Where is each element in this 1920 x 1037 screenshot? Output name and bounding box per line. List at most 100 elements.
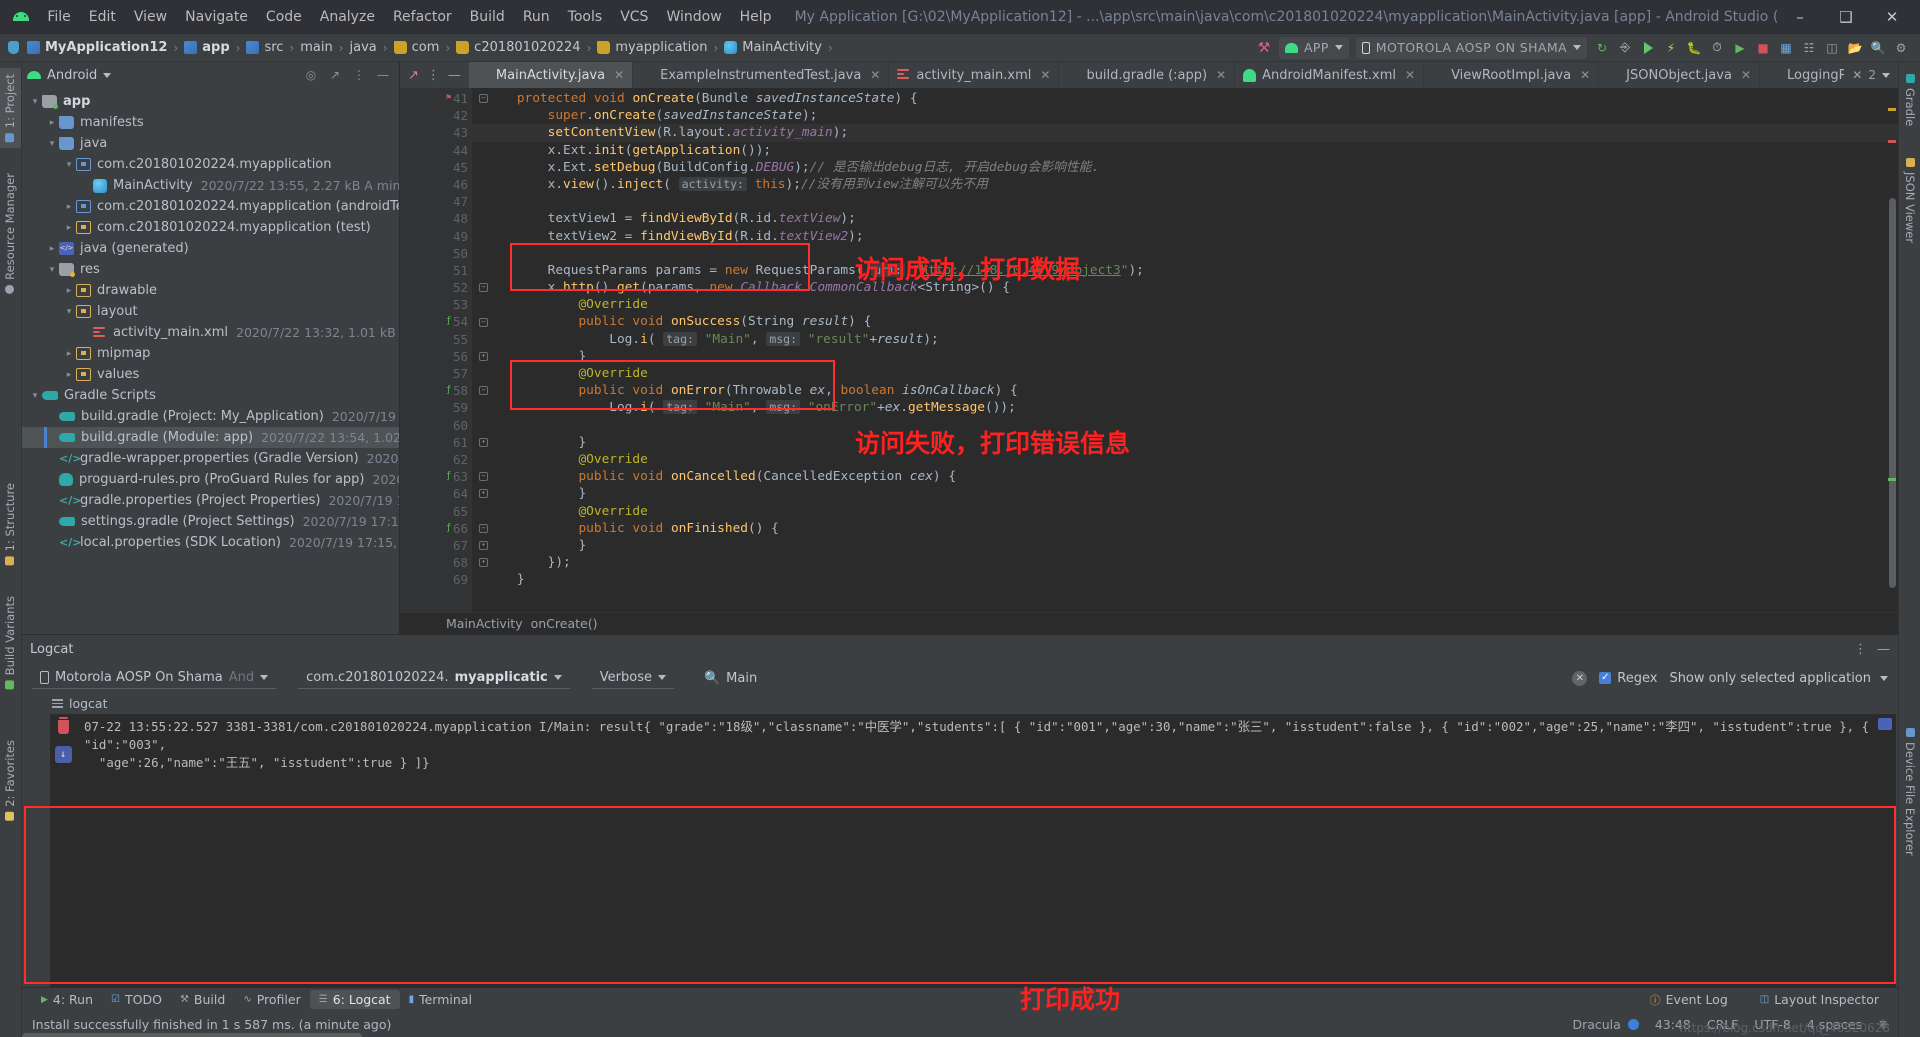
logcat-search-box[interactable]: 🔍 Main: [696, 667, 765, 689]
code-line[interactable]: x.Ext.init(getApplication());: [472, 142, 1898, 159]
code-line[interactable]: setContentView(R.layout.activity_main);: [472, 124, 1898, 142]
editor-tab-androidmanifest-xml[interactable]: AndroidManifest.xml ✕: [1235, 62, 1425, 88]
close-tab-icon[interactable]: ✕: [1741, 68, 1751, 82]
editor-tab-mainactivity-java[interactable]: MainActivity.java ✕: [468, 62, 634, 88]
code-line[interactable]: Log.i( tag: "Main", msg: "onError"+ex.ge…: [472, 399, 1898, 416]
breadcrumb-item-src[interactable]: src: [241, 39, 288, 56]
breadcrumb-item-mainactivity[interactable]: MainActivity: [719, 39, 827, 56]
code-line[interactable]: [472, 245, 1898, 262]
menu-window[interactable]: Window: [657, 6, 730, 28]
code-line[interactable]: @Override: [472, 451, 1898, 468]
close-button[interactable]: ✕: [1870, 2, 1914, 32]
chevron-down-icon[interactable]: ▾: [45, 139, 59, 149]
breadcrumb[interactable]: MyApplication12 › app › src › main › java › com › c2…: [22, 39, 834, 56]
tree-item[interactable]: ▸ values: [22, 364, 399, 385]
tree-item[interactable]: build.gradle (Module: app) 2020/7/22 13:5…: [22, 427, 399, 448]
logcat-tab-label[interactable]: logcat: [69, 696, 108, 711]
code-line[interactable]: public void onCancelled(CancelledExcepti…: [472, 468, 1898, 485]
options-icon[interactable]: ⋮: [1854, 642, 1867, 657]
minimize-button[interactable]: –: [1778, 2, 1822, 32]
tree-item[interactable]: proguard-rules.pro (ProGuard Rules for a…: [22, 469, 399, 490]
code-line[interactable]: x.view().inject( activity: this);//没有用到v…: [472, 176, 1898, 193]
editor-tab-build-gradle-app-[interactable]: build.gradle (:app) ✕: [1059, 62, 1236, 88]
tree-item[interactable]: build.gradle (Project: My_Application) 20…: [22, 406, 399, 427]
code-line[interactable]: @Override: [472, 296, 1898, 313]
editor-tab-loggingprintstream-java[interactable]: LoggingPrintStream.java✕: [1760, 62, 1844, 88]
chevron-right-icon[interactable]: ▸: [62, 370, 76, 380]
tree-item[interactable]: ▸ mipmap: [22, 343, 399, 364]
rail-tab-structure[interactable]: 1: Structure: [0, 477, 21, 571]
code-line[interactable]: }: [472, 348, 1898, 365]
menu-edit[interactable]: Edit: [80, 6, 125, 28]
tree-item[interactable]: ▸ drawable: [22, 280, 399, 301]
rail-tab-device-file-explorer[interactable]: Device File Explorer: [1899, 722, 1920, 862]
menu-view[interactable]: View: [125, 6, 176, 28]
logcat-level-selector[interactable]: Verbose: [591, 667, 674, 689]
implementing-method-icon[interactable]: ƒ: [446, 520, 451, 537]
chevron-down-icon[interactable]: ▾: [28, 391, 42, 401]
options-icon[interactable]: ⋮: [348, 64, 370, 86]
project-tree[interactable]: ▾ app ▸ manifests ▾ java ▾ com.c201801020224.my…: [22, 88, 399, 634]
implementing-method-icon[interactable]: ƒ: [446, 468, 451, 485]
breadcrumb-item-myapplication12[interactable]: MyApplication12: [22, 39, 172, 56]
chevron-down-icon[interactable]: ▾: [45, 265, 59, 275]
menu-file[interactable]: File: [38, 6, 79, 28]
run-icon[interactable]: [1637, 37, 1659, 59]
device-selector[interactable]: MOTOROLA AOSP ON SHAMA: [1355, 36, 1587, 59]
code-line[interactable]: textView2 = findViewById(R.id.textView2)…: [472, 228, 1898, 245]
tree-item[interactable]: </> local.properties (SDK Location) 2020/7…: [22, 532, 399, 553]
run-hammer-icon[interactable]: ⚒: [1253, 37, 1275, 59]
run-configuration-selector[interactable]: APP: [1278, 36, 1349, 59]
tool-button-event-log[interactable]: ⓘ Event Log: [1641, 990, 1737, 1010]
chevron-right-icon[interactable]: ▸: [62, 349, 76, 359]
tool-button-todo[interactable]: ☑ TODO: [102, 990, 171, 1009]
close-icon[interactable]: ✕: [1852, 68, 1862, 82]
code-line[interactable]: textView1 = findViewById(R.id.textView);: [472, 210, 1898, 227]
code-line[interactable]: super.onCreate(savedInstanceState);: [472, 107, 1898, 124]
rail-tab-gradle[interactable]: Gradle: [1899, 68, 1920, 132]
sync-gradle-icon[interactable]: ↻: [1591, 37, 1613, 59]
tree-item[interactable]: ▾ com.c201801020224.myapplication: [22, 154, 399, 175]
rail-tab-favorites[interactable]: 2: Favorites: [0, 734, 21, 827]
rail-tab-build-variants[interactable]: Build Variants: [0, 590, 21, 695]
stop-icon[interactable]: ■: [1752, 37, 1774, 59]
profile-icon[interactable]: ⏱: [1706, 37, 1728, 59]
tool-button-layout-inspector[interactable]: ◫ Layout Inspector: [1751, 990, 1888, 1009]
collapse-all-icon[interactable]: ↗: [324, 64, 346, 86]
rail-tab-json-viewer[interactable]: JSON Viewer: [1899, 152, 1920, 249]
menu-bar[interactable]: File Edit View Navigate Code Analyze Refactor B…: [38, 6, 780, 28]
tree-item[interactable]: </> gradle.properties (Project Properties…: [22, 490, 399, 511]
chevron-right-icon[interactable]: ▸: [62, 202, 76, 212]
project-view-selector[interactable]: Android: [47, 68, 97, 83]
menu-build[interactable]: Build: [461, 6, 514, 28]
maximize-button[interactable]: ❑: [1824, 2, 1868, 32]
tool-button-logcat[interactable]: ☰ 6: Logcat: [309, 990, 400, 1009]
apply-changes-icon[interactable]: ⚡: [1660, 37, 1682, 59]
tree-item[interactable]: ▾ layout: [22, 301, 399, 322]
tree-item[interactable]: ▸ manifests: [22, 112, 399, 133]
close-tab-icon[interactable]: ✕: [614, 68, 624, 82]
code-line[interactable]: x.http().get(params, new Callback.Common…: [472, 279, 1898, 296]
bookmark-icon[interactable]: ⚑: [446, 90, 451, 107]
editor-tab-viewrootimpl-java[interactable]: ViewRootImpl.java ✕: [1424, 62, 1600, 88]
menu-analyze[interactable]: Analyze: [311, 6, 384, 28]
avd-manager-icon[interactable]: ⎆: [1614, 37, 1636, 59]
chevron-down-icon[interactable]: [103, 72, 112, 78]
hide-panel-icon[interactable]: —: [1877, 642, 1890, 657]
sdk-manager-icon[interactable]: ☷: [1798, 37, 1820, 59]
clear-logcat-icon[interactable]: [57, 717, 69, 734]
chevron-down-icon[interactable]: ▾: [28, 97, 42, 107]
device-file-explorer-icon[interactable]: 📂: [1844, 37, 1866, 59]
implementing-method-icon[interactable]: ƒ: [446, 382, 451, 399]
close-tab-icon[interactable]: ✕: [870, 68, 880, 82]
code-line[interactable]: Log.i( tag: "Main", msg: "result"+result…: [472, 331, 1898, 348]
logcat-scope-selector[interactable]: Show only selected application: [1669, 671, 1888, 686]
soft-wrap-icon[interactable]: [1878, 718, 1892, 730]
chevron-right-icon[interactable]: ▸: [45, 118, 59, 128]
tree-item[interactable]: </> gradle-wrapper.properties (Gradle Ver…: [22, 448, 399, 469]
editor-tab-exampleinstrumentedtest-java[interactable]: ExampleInstrumentedTest.java ✕: [633, 62, 890, 88]
code-line[interactable]: }: [472, 537, 1898, 554]
implementing-method-icon[interactable]: ƒ: [446, 313, 451, 330]
logcat-device-selector[interactable]: Motorola AOSP On Shama And: [32, 667, 277, 689]
options-icon[interactable]: ⋮: [427, 68, 440, 83]
